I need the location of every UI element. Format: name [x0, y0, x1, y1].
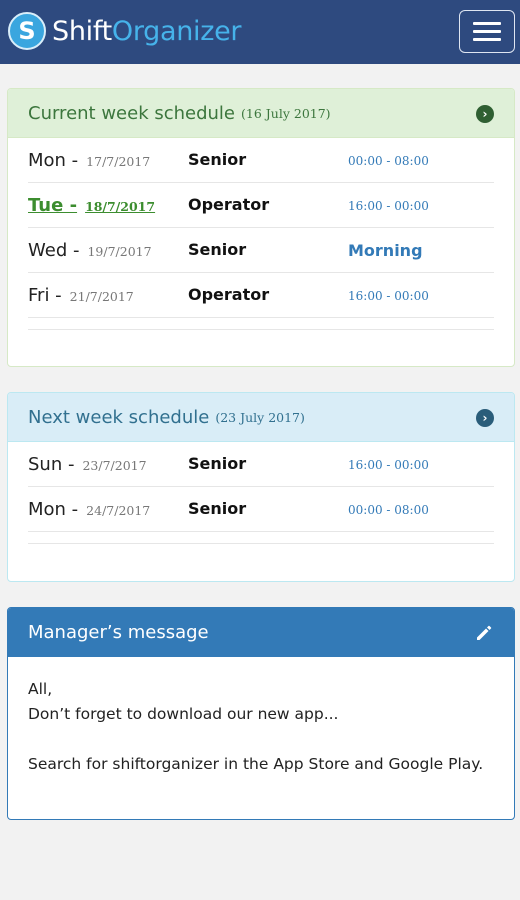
shift-day-name: Sun - [28, 454, 75, 475]
message-body: All, Don’t forget to download our new ap… [8, 657, 514, 797]
current-week-panel: Current week schedule (16 July 2017) › M… [7, 88, 515, 367]
shift-date: 19/7/2017 [87, 244, 152, 259]
shift-date: 21/7/2017 [69, 289, 134, 304]
shift-row: Mon - 17/7/2017 Senior 00:00 - 08:00 [28, 138, 494, 183]
shift-row-today: Tue - 18/7/2017 Operator 16:00 - 00:00 [28, 183, 494, 228]
shift-role: Senior [188, 240, 247, 259]
shift-day: Wed - 19/7/2017 [28, 240, 152, 261]
hamburger-menu-button[interactable] [459, 10, 515, 53]
shift-role: Operator [188, 195, 270, 214]
next-week-header[interactable]: Next week schedule (23 July 2017) › [8, 393, 514, 442]
shift-row: Fri - 21/7/2017 Operator 16:00 - 00:00 [28, 273, 494, 318]
hamburger-menu-icon [473, 38, 501, 41]
current-week-header[interactable]: Current week schedule (16 July 2017) › [8, 89, 514, 138]
shift-day-name: Fri - [28, 285, 62, 306]
shift-day: Fri - 21/7/2017 [28, 285, 134, 306]
logo-icon: S [8, 12, 46, 50]
shift-time: 16:00 - 00:00 [348, 458, 429, 472]
shift-date: 24/7/2017 [86, 503, 151, 518]
message-line: All, [28, 680, 53, 698]
shift-row: Sun - 23/7/2017 Senior 16:00 - 00:00 [28, 442, 494, 487]
brand-name-primary: Shift [52, 15, 112, 47]
shift-time: Morning [348, 241, 423, 260]
top-navbar: S ShiftOrganizer [0, 0, 520, 64]
shift-time: 16:00 - 00:00 [348, 199, 429, 213]
hamburger-menu-icon [473, 30, 501, 33]
shift-day: Sun - 23/7/2017 [28, 454, 147, 475]
panel-title: Current week schedule [28, 102, 236, 124]
shift-role: Senior [188, 150, 247, 169]
panel-title: Manager’s message [28, 622, 209, 643]
shift-day-name: Mon - [28, 150, 79, 171]
manager-message-panel: Manager’s message All, Don’t forget to d… [7, 607, 515, 820]
manager-message-header: Manager’s message [8, 608, 514, 657]
shift-time: 16:00 - 00:00 [348, 289, 429, 303]
hamburger-menu-icon [473, 22, 501, 25]
shift-day: Mon - 17/7/2017 [28, 150, 150, 171]
shift-date: 17/7/2017 [86, 154, 151, 169]
shift-time: 00:00 - 08:00 [348, 154, 429, 168]
divider [28, 318, 494, 330]
chevron-right-circle-icon[interactable]: › [476, 105, 494, 123]
divider [28, 532, 494, 544]
shift-day: Tue - 18/7/2017 [28, 195, 155, 216]
shift-role: Senior [188, 454, 247, 473]
shift-role: Operator [188, 285, 270, 304]
pencil-icon[interactable] [474, 623, 494, 643]
shift-date: 18/7/2017 [85, 199, 156, 214]
shift-row: Wed - 19/7/2017 Senior Morning [28, 228, 494, 273]
shift-day-name: Tue - [28, 195, 78, 216]
next-week-panel: Next week schedule (23 July 2017) › Sun … [7, 392, 515, 582]
shift-date: 23/7/2017 [82, 458, 147, 473]
panel-date: (23 July 2017) [215, 409, 305, 425]
panel-title: Next week schedule [28, 406, 210, 428]
chevron-right-circle-icon[interactable]: › [476, 409, 494, 427]
brand-name: ShiftOrganizer [52, 15, 242, 47]
message-line: Don’t forget to download our new app... [28, 705, 339, 723]
message-line: Search for shiftorganizer in the App Sto… [28, 755, 484, 773]
brand[interactable]: S ShiftOrganizer [8, 9, 242, 53]
shift-time: 00:00 - 08:00 [348, 503, 429, 517]
shift-row: Mon - 24/7/2017 Senior 00:00 - 08:00 [28, 487, 494, 532]
shift-day-name: Mon - [28, 499, 79, 520]
panel-date: (16 July 2017) [241, 105, 331, 121]
brand-name-secondary: Organizer [111, 15, 242, 47]
shift-day-name: Wed - [28, 240, 80, 261]
shift-role: Senior [188, 499, 247, 518]
shift-day: Mon - 24/7/2017 [28, 499, 150, 520]
